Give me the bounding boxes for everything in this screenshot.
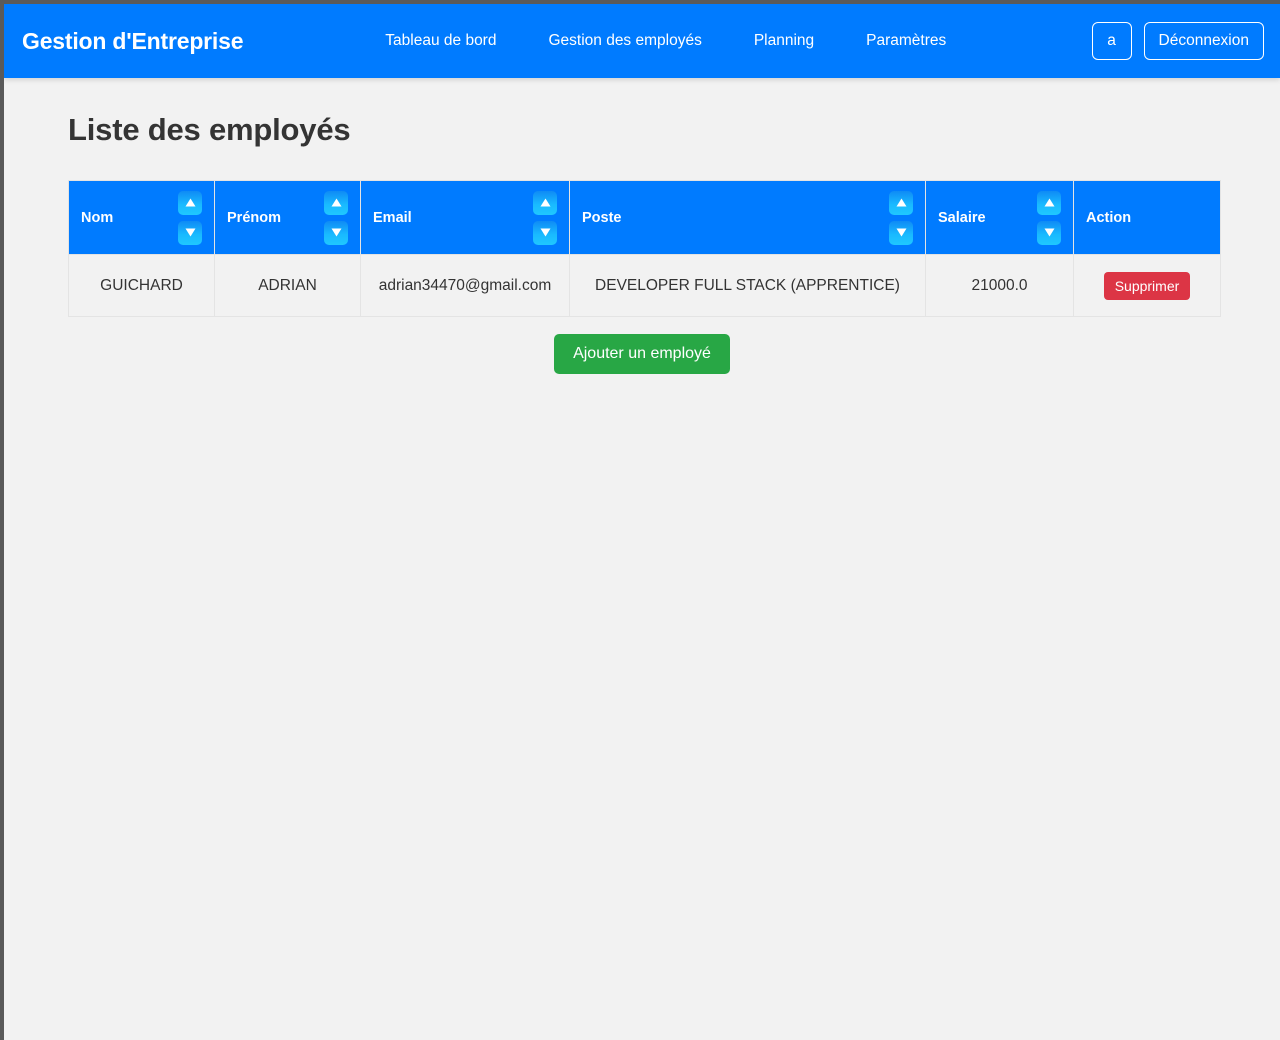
column-label-prenom: Prénom bbox=[227, 209, 281, 226]
page-viewport: Gestion d'Entreprise Tableau de bord Ges… bbox=[4, 4, 1280, 1040]
logout-button[interactable]: Déconnexion bbox=[1143, 21, 1264, 61]
column-header-action: Action bbox=[1073, 180, 1221, 255]
column-label-salaire: Salaire bbox=[938, 209, 986, 226]
sort-asc-prenom-triangle-up-icon[interactable] bbox=[324, 190, 348, 215]
page-title: Liste des employés bbox=[68, 112, 351, 147]
add-employee-row: Ajouter un employé bbox=[68, 317, 1216, 374]
nav-link-gestion-des-employes[interactable]: Gestion des employés bbox=[548, 24, 701, 58]
nav-link-parametres[interactable]: Paramètres bbox=[866, 24, 946, 58]
sort-desc-nom-triangle-down-icon[interactable] bbox=[178, 220, 202, 245]
sort-desc-salaire-triangle-down-icon[interactable] bbox=[1037, 220, 1061, 245]
cell-nom: GUICHARD bbox=[68, 254, 215, 317]
column-label-poste: Poste bbox=[582, 209, 622, 226]
column-header-email: Email bbox=[360, 180, 570, 255]
table-body: GUICHARD ADRIAN adrian34470@gmail.com DE… bbox=[68, 254, 1221, 317]
column-header-nom: Nom bbox=[68, 180, 215, 255]
column-header-salaire: Salaire bbox=[925, 180, 1074, 255]
top-navbar: Gestion d'Entreprise Tableau de bord Ges… bbox=[4, 4, 1280, 78]
sort-controls-nom bbox=[178, 190, 202, 245]
sort-asc-email-triangle-up-icon[interactable] bbox=[533, 190, 557, 215]
delete-employee-button[interactable]: Supprimer bbox=[1103, 271, 1191, 300]
add-employee-button[interactable]: Ajouter un employé bbox=[554, 334, 730, 374]
table-row: GUICHARD ADRIAN adrian34470@gmail.com DE… bbox=[68, 254, 1221, 317]
sort-asc-poste-triangle-up-icon[interactable] bbox=[889, 190, 913, 215]
sort-desc-email-triangle-down-icon[interactable] bbox=[533, 220, 557, 245]
sort-desc-poste-triangle-down-icon[interactable] bbox=[889, 220, 913, 245]
nav-links: Tableau de bord Gestion des employés Pla… bbox=[385, 24, 946, 58]
cell-prenom: ADRIAN bbox=[214, 254, 361, 317]
nav-link-tableau-de-bord[interactable]: Tableau de bord bbox=[385, 24, 496, 58]
column-label-email: Email bbox=[373, 209, 412, 226]
nav-link-planning[interactable]: Planning bbox=[754, 24, 814, 58]
sort-desc-prenom-triangle-down-icon[interactable] bbox=[324, 220, 348, 245]
main-content: Liste des employés Nom Prénom Email Post… bbox=[4, 78, 1280, 1040]
cell-poste: DEVELOPER FULL STACK (APPRENTICE) bbox=[569, 254, 926, 317]
cell-email: adrian34470@gmail.com bbox=[360, 254, 570, 317]
table-head: Nom Prénom Email Poste Salaire Action bbox=[68, 180, 1221, 255]
sort-controls-prenom bbox=[324, 190, 348, 245]
column-label-nom: Nom bbox=[81, 209, 114, 226]
browser-window-frame: Gestion d'Entreprise Tableau de bord Ges… bbox=[0, 0, 1280, 1040]
column-header-prenom: Prénom bbox=[214, 180, 361, 255]
employees-table-container: Nom Prénom Email Poste Salaire Action GU… bbox=[68, 148, 1221, 317]
brand-title: Gestion d'Entreprise bbox=[22, 27, 244, 54]
column-label-action: Action bbox=[1086, 209, 1132, 226]
employees-table: Nom Prénom Email Poste Salaire Action GU… bbox=[68, 180, 1221, 317]
sort-controls-salaire bbox=[1037, 190, 1061, 245]
table-header-row: Nom Prénom Email Poste Salaire Action bbox=[68, 180, 1221, 255]
navbar-actions: a Déconnexion bbox=[1091, 21, 1264, 61]
user-account-button[interactable]: a bbox=[1091, 21, 1132, 61]
sort-controls-poste bbox=[889, 190, 913, 245]
sort-asc-salaire-triangle-up-icon[interactable] bbox=[1037, 190, 1061, 215]
sort-controls-email bbox=[533, 190, 557, 245]
column-header-poste: Poste bbox=[569, 180, 926, 255]
cell-salaire: 21000.0 bbox=[925, 254, 1074, 317]
cell-action: Supprimer bbox=[1073, 254, 1221, 317]
sort-asc-nom-triangle-up-icon[interactable] bbox=[178, 190, 202, 215]
